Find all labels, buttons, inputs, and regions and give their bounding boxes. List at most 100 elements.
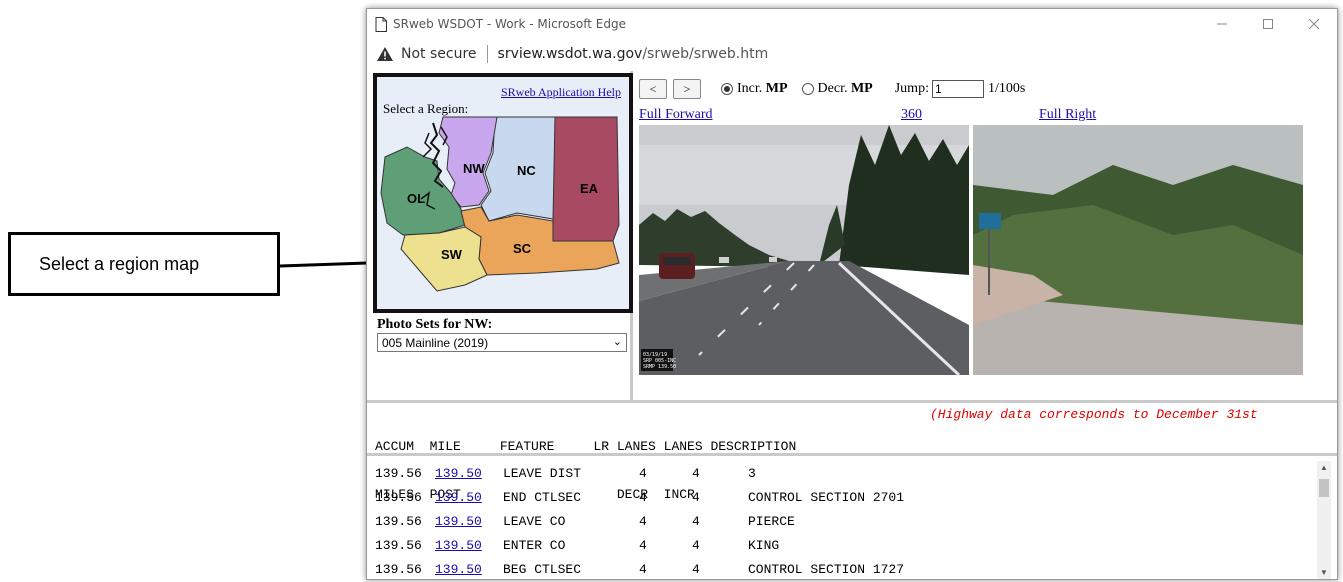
forward-photo[interactable]: 03/19/19 SRP 005-INC SRMP 139.50 (639, 125, 969, 375)
accum-miles: 139.56 (375, 465, 422, 481)
nav-controls: < > Incr. MP Decr. MP Jump: 1 1/100s (639, 79, 1025, 99)
maximize-button[interactable] (1245, 9, 1291, 39)
full-right-link[interactable]: Full Right (1039, 107, 1096, 123)
milepost-link[interactable]: 139.50 (435, 562, 503, 577)
description: KING (748, 537, 780, 553)
view-links: Full Forward 360 Full Right (639, 107, 1331, 123)
feature: END CTLSEC (503, 489, 582, 505)
region-map: OL NW NC EA SW SC (380, 116, 620, 292)
region-label-nc: NC (517, 163, 536, 178)
milepost-link[interactable]: 139.50 (435, 490, 503, 505)
photo-stamp-line-3: SRMP 139.50 (643, 364, 676, 370)
table-row: 139.56 139.50 BEG CTLSEC 4 4 CONTROL SEC… (375, 557, 1310, 579)
address-separator (486, 45, 488, 63)
scroll-down-icon[interactable]: ▼ (1320, 568, 1328, 577)
table-row: 139.56 139.50 ENTER CO 4 4 KING (375, 533, 1310, 557)
top-frames: SRweb Application Help Select a Region: (373, 71, 1331, 401)
decr-label: Decr. (817, 81, 848, 96)
lanes-decr: 4 (639, 465, 647, 481)
title-bar: SRweb WSDOT - Work - Microsoft Edge (367, 9, 1337, 39)
header-note: (Highway data corresponds to December 31… (930, 407, 1258, 422)
jump-unit: 1/100s (987, 81, 1026, 96)
table-row: 139.56 139.50 LEAVE DIST 4 4 3 (375, 461, 1310, 485)
accum-miles: 139.56 (375, 561, 422, 577)
lanes-decr: 4 (639, 489, 647, 505)
lanes-incr: 4 (692, 489, 700, 505)
incr-mp-label: MP (765, 81, 788, 96)
decr-mp-label: MP (850, 81, 873, 96)
forward-road-image: 03/19/19 SRP 005-INC SRMP 139.50 (639, 125, 969, 375)
scroll-thumb[interactable] (1319, 479, 1329, 497)
browser-window: SRweb WSDOT - Work - Microsoft Edge Not … (366, 8, 1338, 580)
security-status[interactable]: Not secure (401, 46, 477, 62)
jump-label: Jump: (894, 81, 929, 96)
feature: ENTER CO (503, 537, 566, 553)
frame-divider (367, 400, 1337, 403)
maximize-icon (1263, 19, 1273, 29)
incr-mp-radio[interactable] (721, 83, 733, 95)
url-path[interactable]: /srweb/srweb.htm (642, 46, 768, 62)
360-link[interactable]: 360 (901, 107, 922, 123)
milepost-link[interactable]: 139.50 (435, 514, 503, 529)
roadside-image (973, 125, 1303, 375)
scroll-up-icon[interactable]: ▲ (1320, 463, 1328, 472)
region-label-ol: OL (407, 191, 425, 206)
right-frame: < > Incr. MP Decr. MP Jump: 1 1/100s Ful… (639, 71, 1331, 401)
photo-set-select[interactable]: 005 Mainline (2019) ⌄ (377, 333, 627, 352)
minimize-icon (1217, 23, 1227, 25)
accum-miles: 139.56 (375, 489, 422, 505)
table-header: ACCUM MILE FEATURE LR LANES LANES DESCRI… (375, 407, 1325, 502)
lanes-incr: 4 (692, 513, 700, 529)
next-button[interactable]: > (673, 79, 701, 99)
lanes-decr: 4 (639, 537, 647, 553)
feature: LEAVE CO (503, 513, 566, 529)
callout-text: Select a region map (39, 253, 200, 274)
accum-miles: 139.56 (375, 537, 422, 553)
region-label-sc: SC (513, 241, 532, 256)
lanes-incr: 4 (692, 561, 700, 577)
lanes-incr: 4 (692, 465, 700, 481)
table-body: 139.56 139.50 LEAVE DIST 4 4 3 139.56 13… (375, 461, 1310, 579)
region-ea[interactable] (552, 116, 620, 242)
decr-mp-radio[interactable] (801, 83, 814, 95)
table-divider (367, 453, 1337, 456)
region-label-ea: EA (580, 181, 599, 196)
help-link[interactable]: SRweb Application Help (501, 85, 621, 100)
lanes-incr: 4 (692, 537, 700, 553)
window-title: SRweb WSDOT - Work - Microsoft Edge (393, 17, 627, 31)
description: PIERCE (748, 513, 795, 529)
address-bar[interactable]: Not secure srview.wsdot.wa.gov/srweb/srw… (367, 39, 1337, 69)
feature: LEAVE DIST (503, 465, 582, 481)
prev-button[interactable]: < (639, 79, 667, 99)
accum-miles: 139.56 (375, 513, 422, 529)
incr-label: Incr. (737, 81, 763, 96)
close-icon (1309, 19, 1319, 29)
feature: BEG CTLSEC (503, 561, 582, 577)
description: CONTROL SECTION 1727 (748, 561, 905, 577)
page-icon (375, 16, 387, 32)
table-row: 139.56 139.50 END CTLSEC 4 4 CONTROL SEC… (375, 485, 1310, 509)
description: CONTROL SECTION 2701 (748, 489, 905, 505)
table-scrollbar[interactable]: ▲ ▼ (1317, 461, 1331, 579)
region-map-panel: SRweb Application Help Select a Region: (373, 73, 633, 313)
lanes-decr: 4 (639, 513, 647, 529)
jump-input[interactable]: 1 (931, 80, 984, 98)
region-label-sw: SW (441, 247, 463, 262)
region-label-nw: NW (463, 161, 485, 176)
callout-label: Select a region map (8, 232, 280, 296)
description: 3 (748, 465, 756, 481)
milepost-link[interactable]: 139.50 (435, 466, 503, 481)
photo-sets-label: Photo Sets for NW: (377, 317, 493, 332)
table-row: 139.56 139.50 LEAVE CO 4 4 PIERCE (375, 509, 1310, 533)
full-forward-link[interactable]: Full Forward (639, 107, 713, 123)
chevron-down-icon: ⌄ (612, 336, 622, 348)
milepost-link[interactable]: 139.50 (435, 538, 503, 553)
warning-icon (377, 47, 393, 61)
lanes-decr: 4 (639, 561, 647, 577)
right-photo[interactable] (973, 125, 1303, 375)
photo-set-selected: 005 Mainline (2019) (382, 335, 489, 350)
left-frame: SRweb Application Help Select a Region: (373, 71, 633, 401)
minimize-button[interactable] (1199, 9, 1245, 39)
url-host[interactable]: srview.wsdot.wa.gov (498, 46, 643, 62)
close-button[interactable] (1291, 9, 1337, 39)
